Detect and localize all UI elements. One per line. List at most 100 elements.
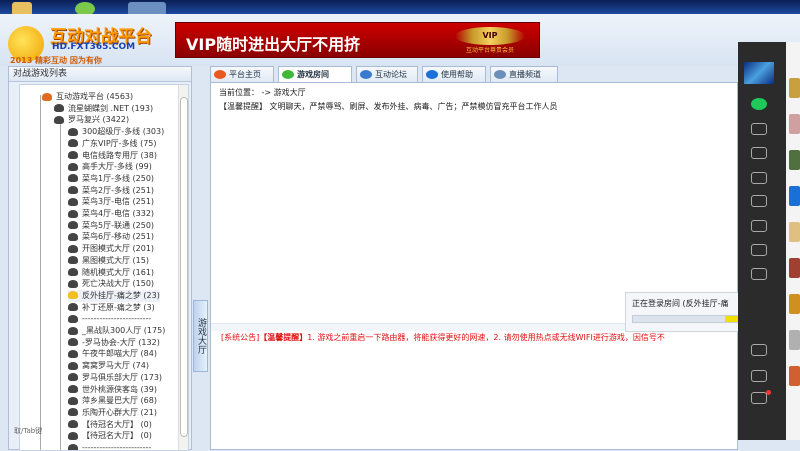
tree-item-label: 菜鸟3厅-电信 (251) (82, 197, 154, 206)
contacts-icon[interactable] (751, 123, 767, 135)
users-icon (360, 70, 372, 79)
tree-item[interactable]: 萍乡黑曼巴大厅 (68) (68, 395, 157, 407)
room-icon (68, 350, 78, 358)
game-list-panel: 对战游戏列表 互动游戏平台 (4563)流星蝴蝶剑 .NET (193)罗马复兴… (8, 66, 192, 450)
thumbnail[interactable] (789, 186, 800, 206)
butterfly-icon[interactable] (751, 220, 767, 232)
room-icon (68, 139, 78, 147)
tree-item-label: 菜鸟1厅-多线 (250) (82, 174, 154, 183)
tab-help[interactable]: 使用帮助 (422, 66, 486, 82)
tree-item[interactable]: ------------------------ (68, 313, 151, 325)
logo-slogan: 2013 精彩互动 因为有你 (10, 55, 102, 66)
tree-item-label: 反外挂厅-痛之梦 (23) (82, 291, 160, 300)
room-icon (68, 291, 78, 299)
box-icon[interactable] (751, 147, 767, 159)
announce-text: 1. 游戏之前重启一下路由器，将能获得更好的网速，2. 请勿使用热点或无线WIF… (307, 333, 665, 342)
thumbnail[interactable] (789, 258, 800, 278)
app-header: 互动对战平台 HD.FXT365.COM 2013 精彩互动 因为有你 VIP随… (0, 14, 800, 66)
tree-item[interactable]: 黑图模式大厅 (15) (68, 255, 149, 267)
tree-item-label: ------------------------ (82, 314, 151, 323)
tree-item[interactable]: 300超级厅-多线 (303) (68, 126, 164, 138)
vertical-tab-game-hall[interactable]: 游戏大厅 (193, 300, 208, 372)
progress-bar (632, 315, 742, 323)
tree-item[interactable]: 死亡决战大厅 (150) (68, 278, 154, 290)
tree-item[interactable]: 菜鸟3厅-电信 (251) (68, 196, 154, 208)
vip-badge-icon: VIP 互动平台尊贵会员 (455, 27, 525, 55)
tree-item[interactable]: _黑战队300人厅 (175) (68, 325, 165, 337)
tree-item[interactable]: 高手大厅-多线 (99) (68, 161, 152, 173)
tree-item[interactable]: 互动游戏平台 (4563) (42, 91, 133, 103)
tab-users[interactable]: 互动论坛 (356, 66, 418, 82)
tree-item-label: 乐陶开心群大厅 (21) (82, 408, 157, 417)
tree-item[interactable]: 开图模式大厅 (201) (68, 243, 154, 255)
thumbnail[interactable] (789, 294, 800, 314)
thumbnail[interactable] (789, 114, 800, 134)
scrollbar[interactable] (178, 85, 188, 450)
tree-item-label: 世外桃源侠客岛 (39) (82, 385, 157, 394)
thumbnail[interactable] (789, 366, 800, 386)
chat-bubble-icon (282, 70, 294, 79)
logo: 互动对战平台 HD.FXT365.COM 2013 精彩互动 因为有你 (4, 18, 172, 68)
room-icon (68, 420, 78, 428)
tree-item[interactable]: 乐陶开心群大厅 (21) (68, 407, 157, 419)
tree-item[interactable]: 菜鸟1厅-多线 (250) (68, 173, 154, 185)
tree-item-label: 午夜牛郎喵大厅 (84) (82, 349, 157, 358)
tab-label: 互动论坛 (375, 70, 407, 79)
help-icon (426, 70, 438, 79)
avatar[interactable] (744, 62, 774, 84)
tree-item[interactable]: 反外挂厅-痛之梦 (23) (68, 290, 160, 302)
thumbnail[interactable] (789, 150, 800, 170)
tree-item[interactable]: 菜鸟4厅-电信 (332) (68, 208, 154, 220)
tab-home[interactable]: 平台主页 (210, 66, 274, 82)
compass-icon[interactable] (751, 344, 767, 356)
tree-item[interactable]: 罗马复兴 (3422) (54, 114, 129, 126)
broadcast-icon (494, 70, 506, 79)
room-icon (68, 362, 78, 370)
tree-item[interactable]: 菜鸟2厅-多线 (251) (68, 185, 154, 197)
game-tree: 互动游戏平台 (4563)流星蝴蝶剑 .NET (193)罗马复兴 (3422)… (19, 84, 189, 451)
tab-broadcast[interactable]: 直播频道 (490, 66, 558, 82)
tree-item[interactable]: 菜鸟5厅-联通 (250) (68, 220, 154, 232)
chat-icon[interactable] (751, 98, 767, 110)
tablet-icon[interactable] (751, 370, 767, 382)
tree-item[interactable]: 罗马俱乐部大厅 (173) (68, 372, 162, 384)
tree-item-label: 广东VIP厅-多线 (75) (82, 139, 157, 148)
thumbnail[interactable] (789, 222, 800, 242)
tree-item-label: 300超级厅-多线 (303) (82, 127, 164, 136)
tree-item[interactable]: 广东VIP厅-多线 (75) (68, 138, 157, 150)
tree-item[interactable]: 窝窝罗马大厅 (74) (68, 360, 149, 372)
logo-url: HD.FXT365.COM (52, 42, 135, 52)
room-icon (68, 151, 78, 159)
room-icon (68, 198, 78, 206)
room-icon (68, 280, 78, 288)
room-icon (68, 256, 78, 264)
room-icon (68, 432, 78, 440)
folder-icon[interactable] (751, 172, 767, 184)
tree-item[interactable]: 补丁还原-痛之梦 (3) (68, 302, 155, 314)
tree-item[interactable]: 菜鸟6厅-移动 (251) (68, 231, 154, 243)
tree-item[interactable]: -罗马协会-大厅 (132) (68, 337, 160, 349)
room-icon (68, 385, 78, 393)
flower-icon[interactable] (751, 244, 767, 256)
vip-badge-caption: 互动平台尊贵会员 (455, 45, 525, 54)
tree-item-label: 死亡决战大厅 (150) (82, 279, 154, 288)
tree-item-label: 窝窝罗马大厅 (74) (82, 361, 149, 370)
room-icon (68, 327, 78, 335)
scrollbar-thumb[interactable] (180, 97, 188, 437)
aperture-icon[interactable] (751, 195, 767, 207)
tree-item[interactable]: 【待冠名大厅】 (0) (68, 430, 152, 442)
tree-item-label: 电信线路专用厅 (38) (82, 151, 157, 160)
tree-item[interactable]: 【待冠名大厅】 (0) (68, 419, 152, 431)
tree-item[interactable]: 电信线路专用厅 (38) (68, 150, 157, 162)
vip-banner[interactable]: VIP随时进出大厅不用挤 VIP 互动平台尊贵会员 (175, 22, 540, 58)
tree-item[interactable]: 随机模式大厅 (161) (68, 267, 154, 279)
tree-item[interactable]: 流星蝴蝶剑 .NET (193) (54, 103, 153, 115)
tree-item[interactable]: 世外桃源侠客岛 (39) (68, 384, 157, 396)
sparkle-icon[interactable] (751, 268, 767, 280)
menu-icon[interactable] (751, 392, 767, 404)
tab-chat-bubble[interactable]: 游戏房间 (278, 66, 352, 83)
breadcrumb-path: -> 游戏大厅 (262, 88, 306, 97)
thumbnail[interactable] (789, 330, 800, 350)
thumbnail[interactable] (789, 78, 800, 98)
tree-item[interactable]: 午夜牛郎喵大厅 (84) (68, 348, 157, 360)
